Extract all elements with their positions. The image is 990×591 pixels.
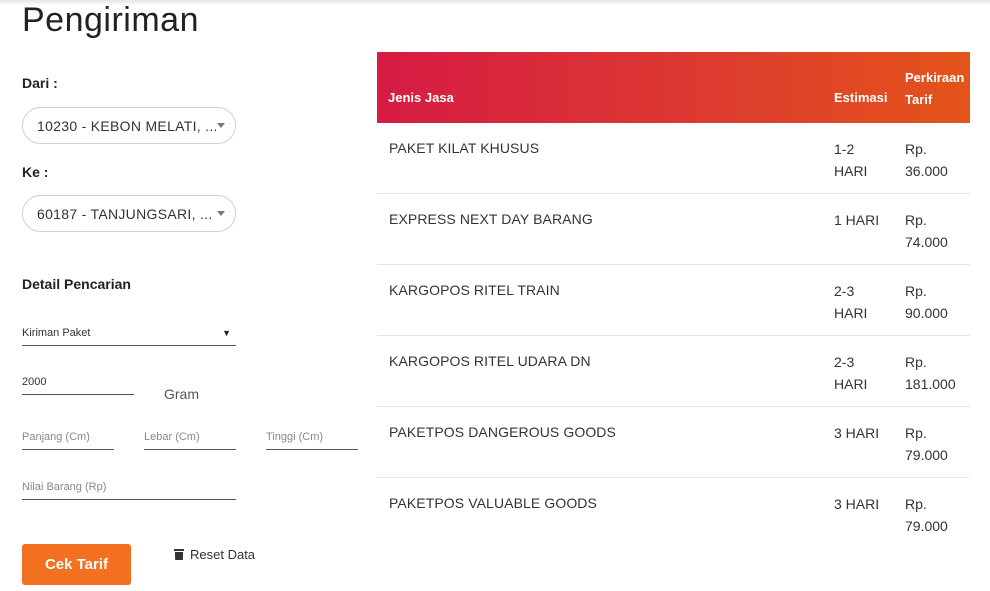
reset-data-button[interactable]: Reset Data	[174, 547, 255, 562]
width-input[interactable]: Lebar (Cm)	[144, 431, 236, 450]
chevron-down-icon	[217, 211, 225, 216]
shipment-type-select[interactable]: Kiriman Paket ▼	[22, 327, 236, 346]
price: Rp. 36.000	[905, 141, 948, 179]
service-name: EXPRESS NEXT DAY BARANG	[389, 211, 593, 227]
header-estimate: Estimasi	[834, 90, 888, 105]
service-name: PAKET KILAT KHUSUS	[389, 140, 540, 156]
estimate: 2-3 HARI	[834, 354, 868, 392]
table-row: KARGOPOS RITEL UDARA DN 2-3 HARI Rp. 181…	[377, 336, 970, 407]
table-row: KARGOPOS RITEL TRAIN 2-3 HARI Rp. 90.000	[377, 265, 970, 336]
estimate: 3 HARI	[834, 496, 880, 512]
rate-table: Jenis Jasa Estimasi Perkiraan Tarif PAKE…	[377, 52, 970, 549]
price: Rp. 79.000	[905, 496, 948, 534]
weight-input[interactable]: 2000	[22, 376, 134, 395]
detail-label: Detail Pencarian	[22, 276, 131, 292]
to-select-value: 60187 - TANJUNGSARI, ...	[37, 205, 213, 222]
reset-data-label: Reset Data	[190, 547, 256, 562]
from-select[interactable]: 10230 - KEBON MELATI, ...	[22, 107, 236, 144]
weight-value: 2000	[22, 376, 47, 388]
chevron-down-icon	[217, 123, 225, 128]
table-row: EXPRESS NEXT DAY BARANG 1 HARI Rp. 74.00…	[377, 194, 970, 265]
trash-icon	[174, 549, 184, 560]
from-select-value: 10230 - KEBON MELATI, ...	[37, 117, 217, 134]
estimate: 2-3 HARI	[834, 283, 868, 321]
service-name: PAKETPOS VALUABLE GOODS	[389, 495, 597, 511]
price: Rp. 79.000	[905, 425, 948, 463]
table-header: Jenis Jasa Estimasi Perkiraan Tarif	[377, 52, 970, 123]
price: Rp. 74.000	[905, 212, 948, 250]
estimate: 1 HARI	[834, 212, 880, 228]
table-row: PAKETPOS VALUABLE GOODS 3 HARI Rp. 79.00…	[377, 478, 970, 549]
page-title: Pengiriman	[22, 1, 199, 39]
header-service: Jenis Jasa	[388, 90, 454, 105]
service-name: KARGOPOS RITEL UDARA DN	[389, 353, 591, 369]
price: Rp. 90.000	[905, 283, 948, 321]
service-name: KARGOPOS RITEL TRAIN	[389, 282, 560, 298]
length-input[interactable]: Panjang (Cm)	[22, 431, 114, 450]
price: Rp. 181.000	[905, 354, 956, 392]
shipment-type-value: Kiriman Paket	[22, 327, 91, 339]
height-input[interactable]: Tinggi (Cm)	[266, 431, 358, 450]
dropdown-triangle-icon: ▼	[222, 328, 231, 338]
estimate: 3 HARI	[834, 425, 880, 441]
table-row: PAKET KILAT KHUSUS 1-2 HARI Rp. 36.000	[377, 123, 970, 194]
estimate: 1-2 HARI	[834, 141, 868, 179]
weight-unit: Gram	[164, 386, 199, 402]
service-name: PAKETPOS DANGEROUS GOODS	[389, 424, 616, 440]
check-rate-button[interactable]: Cek Tarif	[22, 544, 131, 585]
from-label: Dari :	[22, 75, 58, 91]
to-select[interactable]: 60187 - TANJUNGSARI, ...	[22, 195, 236, 232]
to-label: Ke :	[22, 164, 49, 180]
item-value-input[interactable]: Nilai Barang (Rp)	[22, 481, 236, 500]
header-price: Perkiraan Tarif	[905, 70, 965, 107]
table-row: PAKETPOS DANGEROUS GOODS 3 HARI Rp. 79.0…	[377, 407, 970, 478]
